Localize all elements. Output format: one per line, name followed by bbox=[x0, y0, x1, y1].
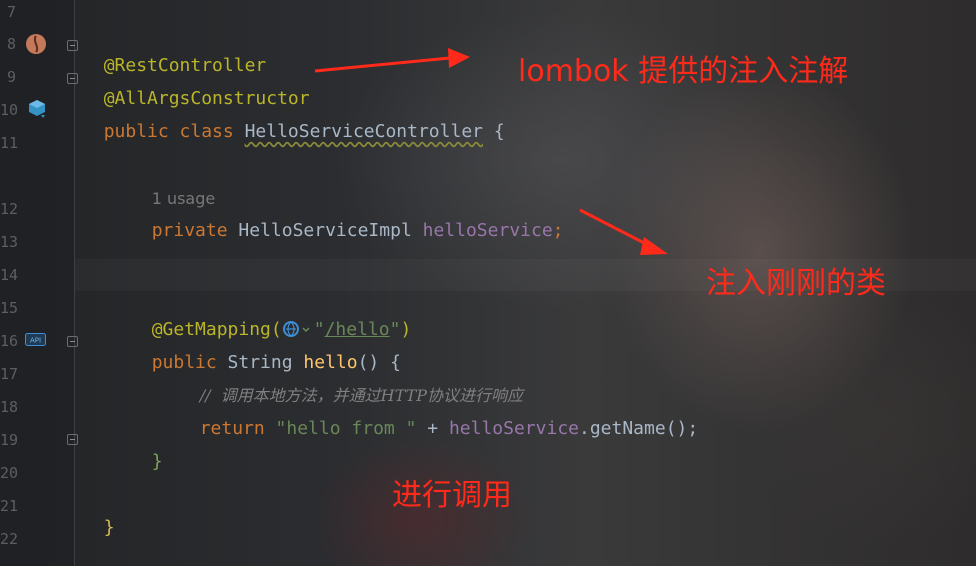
annotation-call: 进行调用 bbox=[392, 478, 512, 513]
arrowhead-lombok bbox=[448, 48, 470, 68]
arrowhead-inject bbox=[640, 237, 668, 255]
arrow-lombok bbox=[314, 56, 451, 73]
annotation-lombok: lombok 提供的注入注解 bbox=[518, 54, 849, 89]
arrow-inject bbox=[579, 208, 651, 248]
annotation-inject: 注入刚刚的类 bbox=[706, 266, 886, 301]
